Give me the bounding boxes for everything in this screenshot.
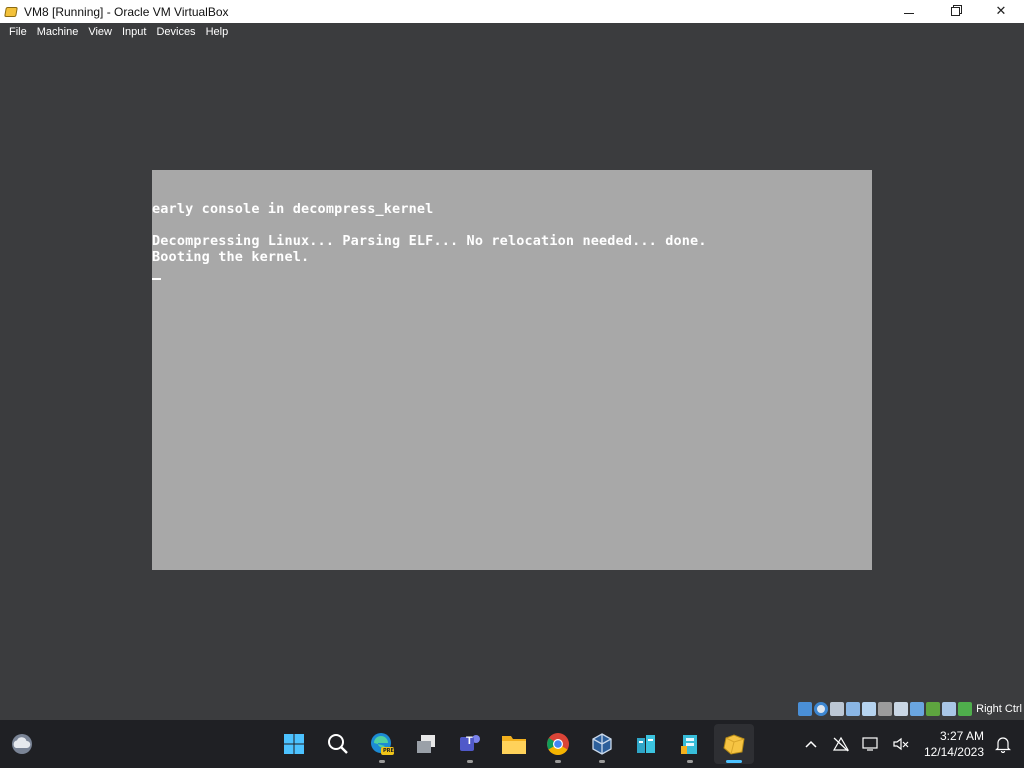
edge-preview-badge: PRE xyxy=(383,748,394,754)
text-cursor xyxy=(152,278,161,280)
usb-icon[interactable] xyxy=(862,702,877,716)
windows-logo-icon xyxy=(284,734,304,754)
bell-icon xyxy=(995,737,1011,753)
taskbar: PRE T 3:27 AM 12/14/2023 xyxy=(0,720,1024,768)
virtualbox-icon xyxy=(592,733,612,755)
maximize-icon xyxy=(950,7,960,16)
system-tray: 3:27 AM 12/14/2023 xyxy=(796,720,1024,768)
menu-devices[interactable]: Devices xyxy=(151,23,200,42)
close-icon: ✕ xyxy=(995,4,1007,19)
virtualbox-vm-app[interactable] xyxy=(714,724,754,764)
edge-preview-app[interactable]: PRE xyxy=(362,724,402,764)
monitor-icon xyxy=(862,737,878,751)
optical-drive-icon[interactable] xyxy=(814,702,829,716)
menu-bar: File Machine View Input Devices Help xyxy=(0,23,1024,42)
vm-window-icon xyxy=(723,734,745,755)
menu-view[interactable]: View xyxy=(83,23,117,42)
chrome-app[interactable] xyxy=(538,724,578,764)
minimize-button[interactable] xyxy=(886,0,932,23)
clock-date: 12/14/2023 xyxy=(923,745,984,759)
window-controls: ✕ xyxy=(886,0,1024,23)
cpu-icon[interactable] xyxy=(926,702,941,716)
running-indicator xyxy=(467,760,473,763)
audio-icon[interactable] xyxy=(830,702,845,716)
vm-display[interactable]: early console in decompress_kernel Decom… xyxy=(152,170,872,570)
menu-input[interactable]: Input xyxy=(117,23,151,42)
search-icon xyxy=(328,734,348,754)
database-app-2[interactable] xyxy=(670,724,710,764)
chevron-up-icon xyxy=(805,740,817,748)
display-icon[interactable] xyxy=(894,702,909,716)
close-button[interactable]: ✕ xyxy=(978,0,1024,23)
running-indicator xyxy=(379,760,385,763)
search-button[interactable] xyxy=(318,724,358,764)
database-app[interactable] xyxy=(626,724,666,764)
minimize-icon xyxy=(904,13,914,14)
maximize-button[interactable] xyxy=(932,0,978,23)
network-icon[interactable] xyxy=(846,702,861,716)
console-line: Decompressing Linux... Parsing ELF... No… xyxy=(152,233,707,249)
running-indicator xyxy=(599,760,605,763)
cloud-icon xyxy=(12,734,32,754)
folder-icon xyxy=(502,736,526,754)
menu-file[interactable]: File xyxy=(4,23,32,42)
shared-folders-icon[interactable] xyxy=(878,702,893,716)
running-indicator xyxy=(555,760,561,763)
teams-letter: T xyxy=(466,735,473,747)
menu-help[interactable]: Help xyxy=(201,23,234,42)
keyboard-icon[interactable] xyxy=(958,702,973,716)
recording-icon[interactable] xyxy=(910,702,925,716)
title-bar: VM8 [Running] - Oracle VM VirtualBox ✕ xyxy=(0,0,1024,23)
hard-disk-icon[interactable] xyxy=(798,702,813,716)
show-hidden-icons-button[interactable] xyxy=(796,720,826,768)
display-status-button[interactable] xyxy=(856,720,886,768)
window-title: VM8 [Running] - Oracle VM VirtualBox xyxy=(24,4,229,19)
network-disconnected-icon xyxy=(832,736,849,752)
taskbar-apps: PRE T xyxy=(274,724,758,764)
task-view-app[interactable] xyxy=(406,724,446,764)
virtualbox-app-icon xyxy=(4,6,18,18)
volume-button[interactable] xyxy=(886,720,916,768)
notifications-button[interactable] xyxy=(988,720,1018,768)
database-icon xyxy=(681,735,697,754)
start-button[interactable] xyxy=(274,724,314,764)
volume-muted-icon xyxy=(893,737,909,751)
teams-app[interactable]: T xyxy=(450,724,490,764)
vm-status-bar: Right Ctrl xyxy=(798,699,1024,719)
host-key-label: Right Ctrl xyxy=(976,703,1022,715)
file-explorer-app[interactable] xyxy=(494,724,534,764)
running-indicator xyxy=(726,760,742,763)
weather-widget[interactable] xyxy=(10,732,34,756)
clock[interactable]: 3:27 AM 12/14/2023 xyxy=(924,728,984,760)
task-view-icon xyxy=(417,735,435,753)
network-status-button[interactable] xyxy=(826,720,856,768)
chrome-icon xyxy=(547,733,569,755)
clock-time: 3:27 AM xyxy=(939,729,984,743)
virtualbox-manager-app[interactable] xyxy=(582,724,622,764)
console-line: Booting the kernel. xyxy=(152,249,310,265)
menu-machine[interactable]: Machine xyxy=(32,23,84,42)
running-indicator xyxy=(687,760,693,763)
database-icon xyxy=(637,735,655,753)
mouse-integration-icon[interactable] xyxy=(942,702,957,716)
console-line: early console in decompress_kernel xyxy=(152,201,434,217)
